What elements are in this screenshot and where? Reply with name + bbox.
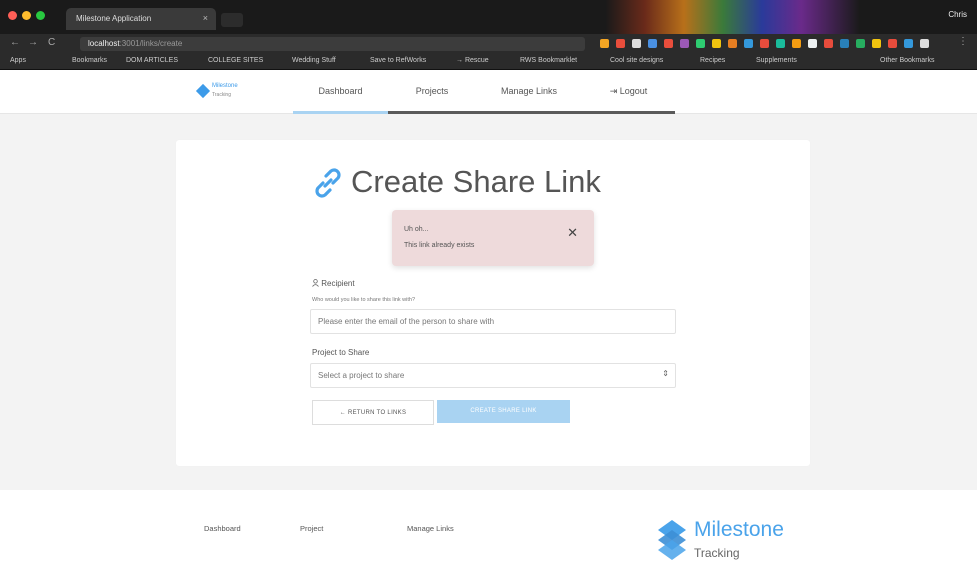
bookmark-item[interactable]: Apps xyxy=(10,57,26,64)
footer-logo-subtitle: Tracking xyxy=(694,546,740,560)
recipient-label: Recipient xyxy=(312,279,355,288)
bookmarks-bar: Apps Bookmarks DOM ARTICLES COLLEGE SITE… xyxy=(0,54,977,70)
reload-icon[interactable]: C xyxy=(48,37,55,48)
header-logo-subtitle: Tracking xyxy=(212,92,231,98)
alert-heading: Uh oh... xyxy=(404,226,429,233)
bookmark-item[interactable]: RWS Bookmarklet xyxy=(520,57,577,64)
address-path: :3001/links/create xyxy=(119,39,183,48)
tab-close-icon[interactable]: × xyxy=(203,13,208,23)
bookmark-item[interactable]: Supplements xyxy=(756,57,797,64)
create-link-card: Create Share Link Uh oh... This link alr… xyxy=(176,140,810,466)
extension-icon[interactable] xyxy=(664,39,673,48)
bookmark-item[interactable]: → Rescue xyxy=(456,57,489,64)
bookmark-item[interactable]: Save to RefWorks xyxy=(370,57,426,64)
browser-title-bar: Milestone Application × Chris xyxy=(0,0,977,34)
extension-icon[interactable] xyxy=(808,39,817,48)
extension-icon[interactable] xyxy=(744,39,753,48)
extension-icon[interactable] xyxy=(872,39,881,48)
extension-icon[interactable] xyxy=(904,39,913,48)
extension-icon[interactable] xyxy=(776,39,785,48)
extension-icon[interactable] xyxy=(920,39,929,48)
menu-icon[interactable]: ⋮ xyxy=(958,36,968,47)
extension-icon[interactable] xyxy=(792,39,801,48)
header-logo-title: Milestone xyxy=(212,83,238,89)
extension-icon[interactable] xyxy=(600,39,609,48)
address-bar[interactable]: localhost:3001/links/create xyxy=(80,37,585,51)
extension-icon[interactable] xyxy=(696,39,705,48)
extension-icon[interactable] xyxy=(856,39,865,48)
alert-message: This link already exists xyxy=(404,242,475,249)
nav-label: Projects xyxy=(415,86,449,96)
recipient-placeholder: Please enter the email of the person to … xyxy=(318,317,495,326)
logo-stacked-diamonds-icon xyxy=(658,520,686,560)
browser-toolbar: ← → C localhost:3001/links/create ⋮ xyxy=(0,34,977,54)
nav-label: Logout xyxy=(619,86,648,96)
recipient-email-input[interactable]: Please enter the email of the person to … xyxy=(310,309,676,334)
footer-logo-title: Milestone xyxy=(694,518,784,541)
bookmark-item[interactable]: DOM ARTICLES xyxy=(126,57,178,64)
footer: Dashboard Project Manage Links Milestone… xyxy=(0,490,977,564)
extension-icon[interactable] xyxy=(632,39,641,48)
footer-link-manage-links[interactable]: Manage Links xyxy=(407,524,454,533)
page-title: Create Share Link xyxy=(351,164,601,199)
nav-label: Dashboard xyxy=(318,86,363,96)
return-to-links-button[interactable]: ← RETURN TO LINKS xyxy=(312,400,434,425)
extension-icon[interactable] xyxy=(648,39,657,48)
extension-icon[interactable] xyxy=(824,39,833,48)
extension-icon[interactable] xyxy=(616,39,625,48)
profile-name[interactable]: Chris xyxy=(948,10,967,19)
app-header: Milestone Tracking Dashboard Projects Ma… xyxy=(0,70,977,114)
nav-manage-links[interactable]: Manage Links xyxy=(476,70,582,114)
recipient-label-text: Recipient xyxy=(321,279,355,288)
tab-title: Milestone Application xyxy=(76,14,152,23)
user-icon xyxy=(312,279,319,287)
bookmark-item[interactable]: COLLEGE SITES xyxy=(208,57,263,64)
new-tab-button[interactable] xyxy=(221,13,243,27)
extension-icon[interactable] xyxy=(888,39,897,48)
project-select-value: Select a project to share xyxy=(318,371,405,380)
link-icon xyxy=(315,168,341,198)
extension-icon[interactable] xyxy=(712,39,721,48)
minimize-window-button[interactable] xyxy=(22,11,31,20)
footer-link-project[interactable]: Project xyxy=(300,524,323,533)
extension-icon[interactable] xyxy=(728,39,737,48)
address-host: localhost xyxy=(88,39,120,48)
nav-label: Manage Links xyxy=(500,86,558,96)
logo-diamond-icon xyxy=(195,83,211,99)
alert-close-icon[interactable]: ✕ xyxy=(567,225,578,241)
bookmark-item[interactable]: Cool site designs xyxy=(610,57,663,64)
create-share-link-button[interactable]: CREATE SHARE LINK xyxy=(437,400,570,423)
maximize-window-button[interactable] xyxy=(36,11,45,20)
back-icon[interactable]: ← xyxy=(10,37,20,48)
bookmark-item[interactable]: Recipes xyxy=(700,57,725,64)
project-select[interactable]: Select a project to share ⇕ xyxy=(310,363,676,388)
recipient-hint: Who would you like to share this link wi… xyxy=(312,297,416,303)
bookmark-item[interactable]: Wedding Stuff xyxy=(292,57,336,64)
extension-icon[interactable] xyxy=(760,39,769,48)
extension-icon[interactable] xyxy=(840,39,849,48)
select-arrows-icon: ⇕ xyxy=(662,369,669,378)
error-alert: Uh oh... This link already exists ✕ xyxy=(392,210,594,266)
close-window-button[interactable] xyxy=(8,11,17,20)
bookmark-item[interactable]: Other Bookmarks xyxy=(880,57,934,64)
forward-icon[interactable]: → xyxy=(28,37,38,48)
nav-logout[interactable]: ⇥ Logout xyxy=(582,70,675,114)
nav-dashboard[interactable]: Dashboard xyxy=(293,70,388,114)
footer-link-dashboard[interactable]: Dashboard xyxy=(204,524,241,533)
bookmark-item[interactable]: Bookmarks xyxy=(72,57,107,64)
browser-tab[interactable]: Milestone Application × xyxy=(66,8,216,30)
nav-projects[interactable]: Projects xyxy=(388,70,476,114)
project-label: Project to Share xyxy=(312,348,370,357)
logout-icon: ⇥ xyxy=(609,86,618,96)
extension-icon[interactable] xyxy=(680,39,689,48)
